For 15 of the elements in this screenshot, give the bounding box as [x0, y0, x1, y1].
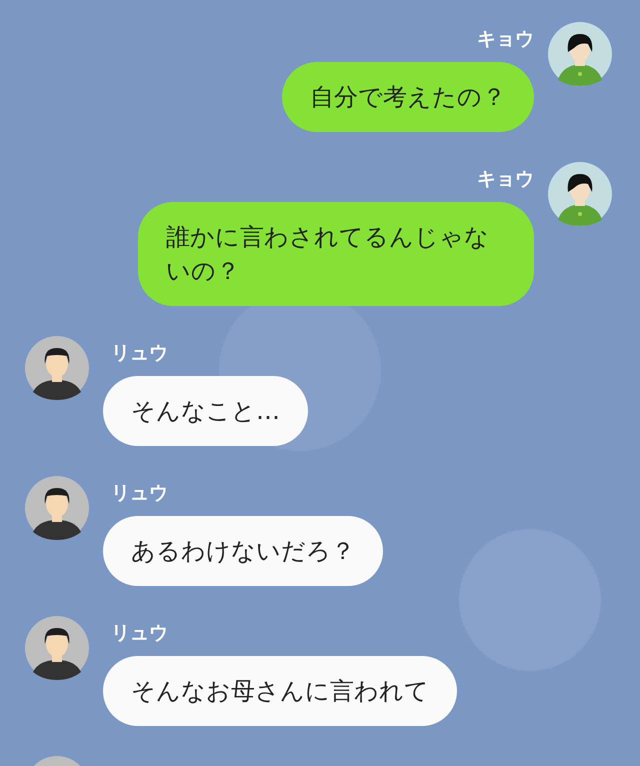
received-message-bubble: あるわけないだろ？ — [103, 516, 383, 586]
sent-message-bubble: 誰かに言わされてるんじゃないの？ — [138, 202, 534, 306]
sender-name: リュウ — [110, 341, 168, 366]
man-avatar-icon — [25, 616, 89, 680]
sender-name: キョウ — [477, 27, 534, 52]
man-avatar-icon — [25, 476, 89, 540]
received-message-bubble: そんなこと… — [103, 376, 308, 446]
woman-avatar-icon — [548, 22, 612, 86]
received-message-bubble: そんなお母さんに言われて — [103, 656, 457, 726]
sender-name: リュウ — [110, 481, 168, 506]
man-avatar-icon — [25, 336, 89, 400]
sent-message-bubble: 自分で考えたの？ — [282, 62, 534, 132]
sender-name: キョウ — [477, 167, 534, 192]
sender-name: リュウ — [110, 621, 168, 646]
woman-avatar-icon — [548, 162, 612, 226]
